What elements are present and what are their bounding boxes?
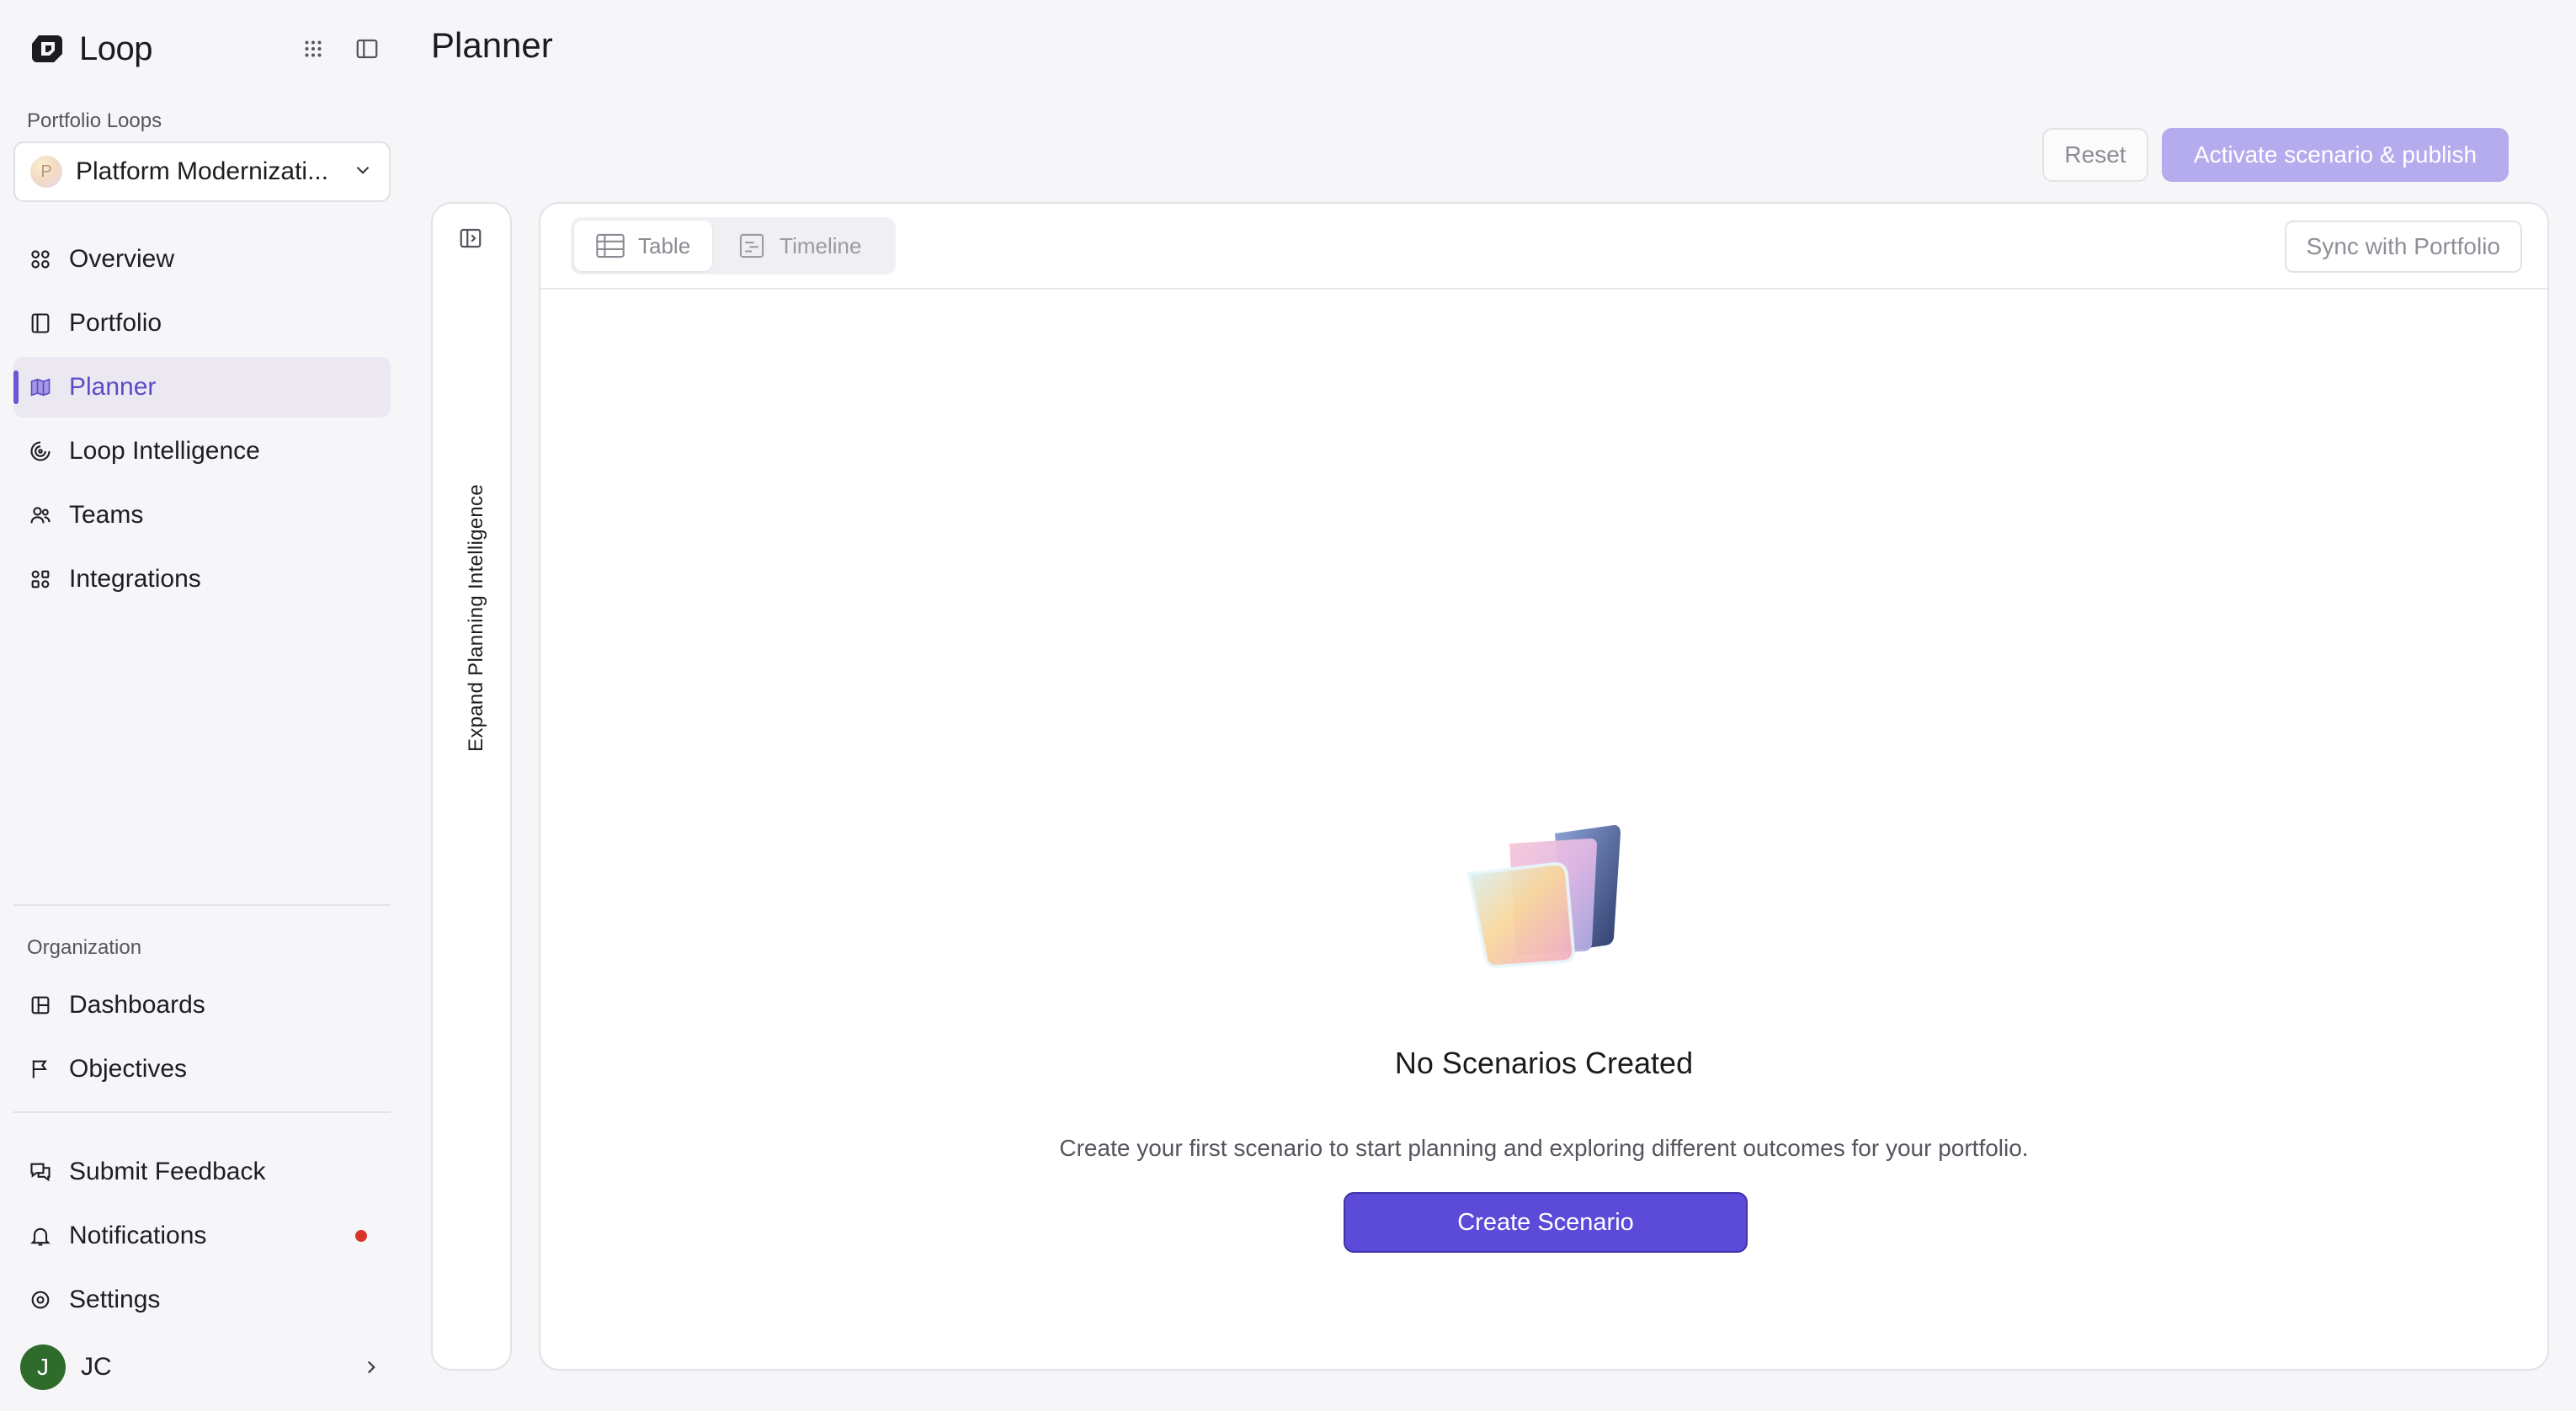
tab-label: Timeline: [780, 232, 862, 258]
flag-icon: [32, 1060, 47, 1078]
nav-item-objectives[interactable]: Objectives: [13, 1039, 391, 1100]
nav-item-overview[interactable]: Overview: [13, 229, 391, 290]
dashboard-icon: [31, 996, 50, 1014]
nav-label: Submit Feedback: [69, 1158, 266, 1185]
create-scenario-button[interactable]: Create Scenario: [1344, 1192, 1748, 1253]
nav-item-settings[interactable]: Settings: [13, 1270, 391, 1330]
nav-item-dashboards[interactable]: Dashboards: [13, 975, 391, 1036]
organization-nav: Dashboards Objectives: [13, 975, 391, 1103]
sync-with-portfolio-button[interactable]: Sync with Portfolio: [2284, 221, 2522, 273]
expand-planning-intelligence[interactable]: Expand Planning Intelligence: [460, 473, 493, 763]
timeline-icon: [740, 233, 764, 258]
nav-label: Planner: [69, 373, 157, 401]
nav-label: Objectives: [69, 1055, 188, 1083]
main-nav: Overview Portfolio Planner Loop Intellig…: [13, 229, 391, 613]
bell-icon: [30, 1227, 51, 1246]
user-name: JC: [81, 1353, 112, 1381]
card-toolbar: Table Timeline Sync with Portfolio: [540, 204, 2547, 290]
footer-nav: Submit Feedback Notifications Settings: [13, 1142, 391, 1334]
planning-intelligence-panel[interactable]: Expand Planning Intelligence: [431, 202, 512, 1371]
nav-label: Teams: [69, 501, 144, 529]
tab-table[interactable]: Table: [574, 221, 713, 271]
app-window: Loop Portfolio Loops P Platform Moderniz…: [0, 0, 2576, 1411]
sidebar-toggle-icon[interactable]: [350, 32, 384, 66]
portfolio-loop-select[interactable]: P Platform Modernizati...: [13, 141, 391, 202]
tab-label: Table: [638, 232, 691, 258]
avatar: J: [20, 1344, 66, 1390]
page-title: Planner: [431, 25, 553, 65]
map-icon: [30, 378, 51, 397]
reset-button[interactable]: Reset: [2042, 128, 2148, 182]
expand-panel-icon[interactable]: [458, 226, 483, 251]
nav-label: Dashboards: [69, 991, 205, 1019]
intelligence-icon: [30, 441, 51, 461]
nav-item-teams[interactable]: Teams: [13, 485, 391, 546]
nav-item-notifications[interactable]: Notifications: [13, 1206, 391, 1266]
sidebar-divider: [13, 1111, 391, 1113]
nav-label: Integrations: [69, 565, 201, 593]
loop-avatar: P: [30, 156, 62, 188]
planner-card: Table Timeline Sync with Portfolio No Sc…: [539, 202, 2549, 1371]
nav-label: Loop Intelligence: [69, 437, 260, 465]
nav-item-submit-feedback[interactable]: Submit Feedback: [13, 1142, 391, 1202]
brand[interactable]: Loop: [27, 25, 152, 72]
integrations-icon: [31, 570, 50, 588]
nav-item-portfolio[interactable]: Portfolio: [13, 293, 391, 354]
tab-timeline[interactable]: Timeline: [716, 221, 883, 271]
sidebar-divider: [13, 904, 391, 906]
portfolio-icon: [31, 313, 50, 333]
empty-state: No Scenarios Created Create your first s…: [540, 290, 2547, 1369]
user-menu[interactable]: J JC: [13, 1344, 391, 1391]
nav-label: Settings: [69, 1286, 161, 1313]
empty-state-title: No Scenarios Created: [1394, 1046, 1694, 1080]
nav-item-loop-intelligence[interactable]: Loop Intelligence: [13, 421, 391, 482]
empty-state-description: Create your first scenario to start plan…: [1059, 1135, 2029, 1161]
overview-icon: [31, 250, 50, 269]
nav-item-planner[interactable]: Planner: [13, 357, 391, 418]
sidebar: Loop Portfolio Loops P Platform Moderniz…: [0, 0, 404, 1411]
nav-label: Notifications: [69, 1222, 207, 1249]
organization-label: Organization: [27, 936, 142, 959]
table-icon: [596, 233, 625, 258]
nav-label: Portfolio: [69, 309, 162, 337]
chevron-down-icon: [352, 159, 374, 185]
users-icon: [30, 507, 51, 524]
apps-grid-icon[interactable]: [296, 32, 330, 66]
nav-item-integrations[interactable]: Integrations: [13, 549, 391, 610]
gear-icon: [31, 1291, 50, 1309]
nav-label: Overview: [69, 245, 175, 273]
activate-publish-button[interactable]: Activate scenario & publish: [2162, 128, 2509, 182]
notification-badge: [355, 1230, 367, 1242]
chat-icon: [30, 1163, 51, 1182]
portfolio-loops-label: Portfolio Loops: [27, 109, 162, 132]
side-panel-label: Expand Planning Intelligence: [465, 484, 487, 752]
app-name: Loop: [79, 29, 152, 67]
loop-logo-icon: [32, 35, 62, 62]
folder-illustration-icon: [1466, 825, 1621, 969]
chevron-right-icon: [367, 1360, 375, 1374]
view-toggle: Table Timeline: [571, 217, 896, 274]
loop-select-value: Platform Modernizati...: [76, 157, 329, 185]
